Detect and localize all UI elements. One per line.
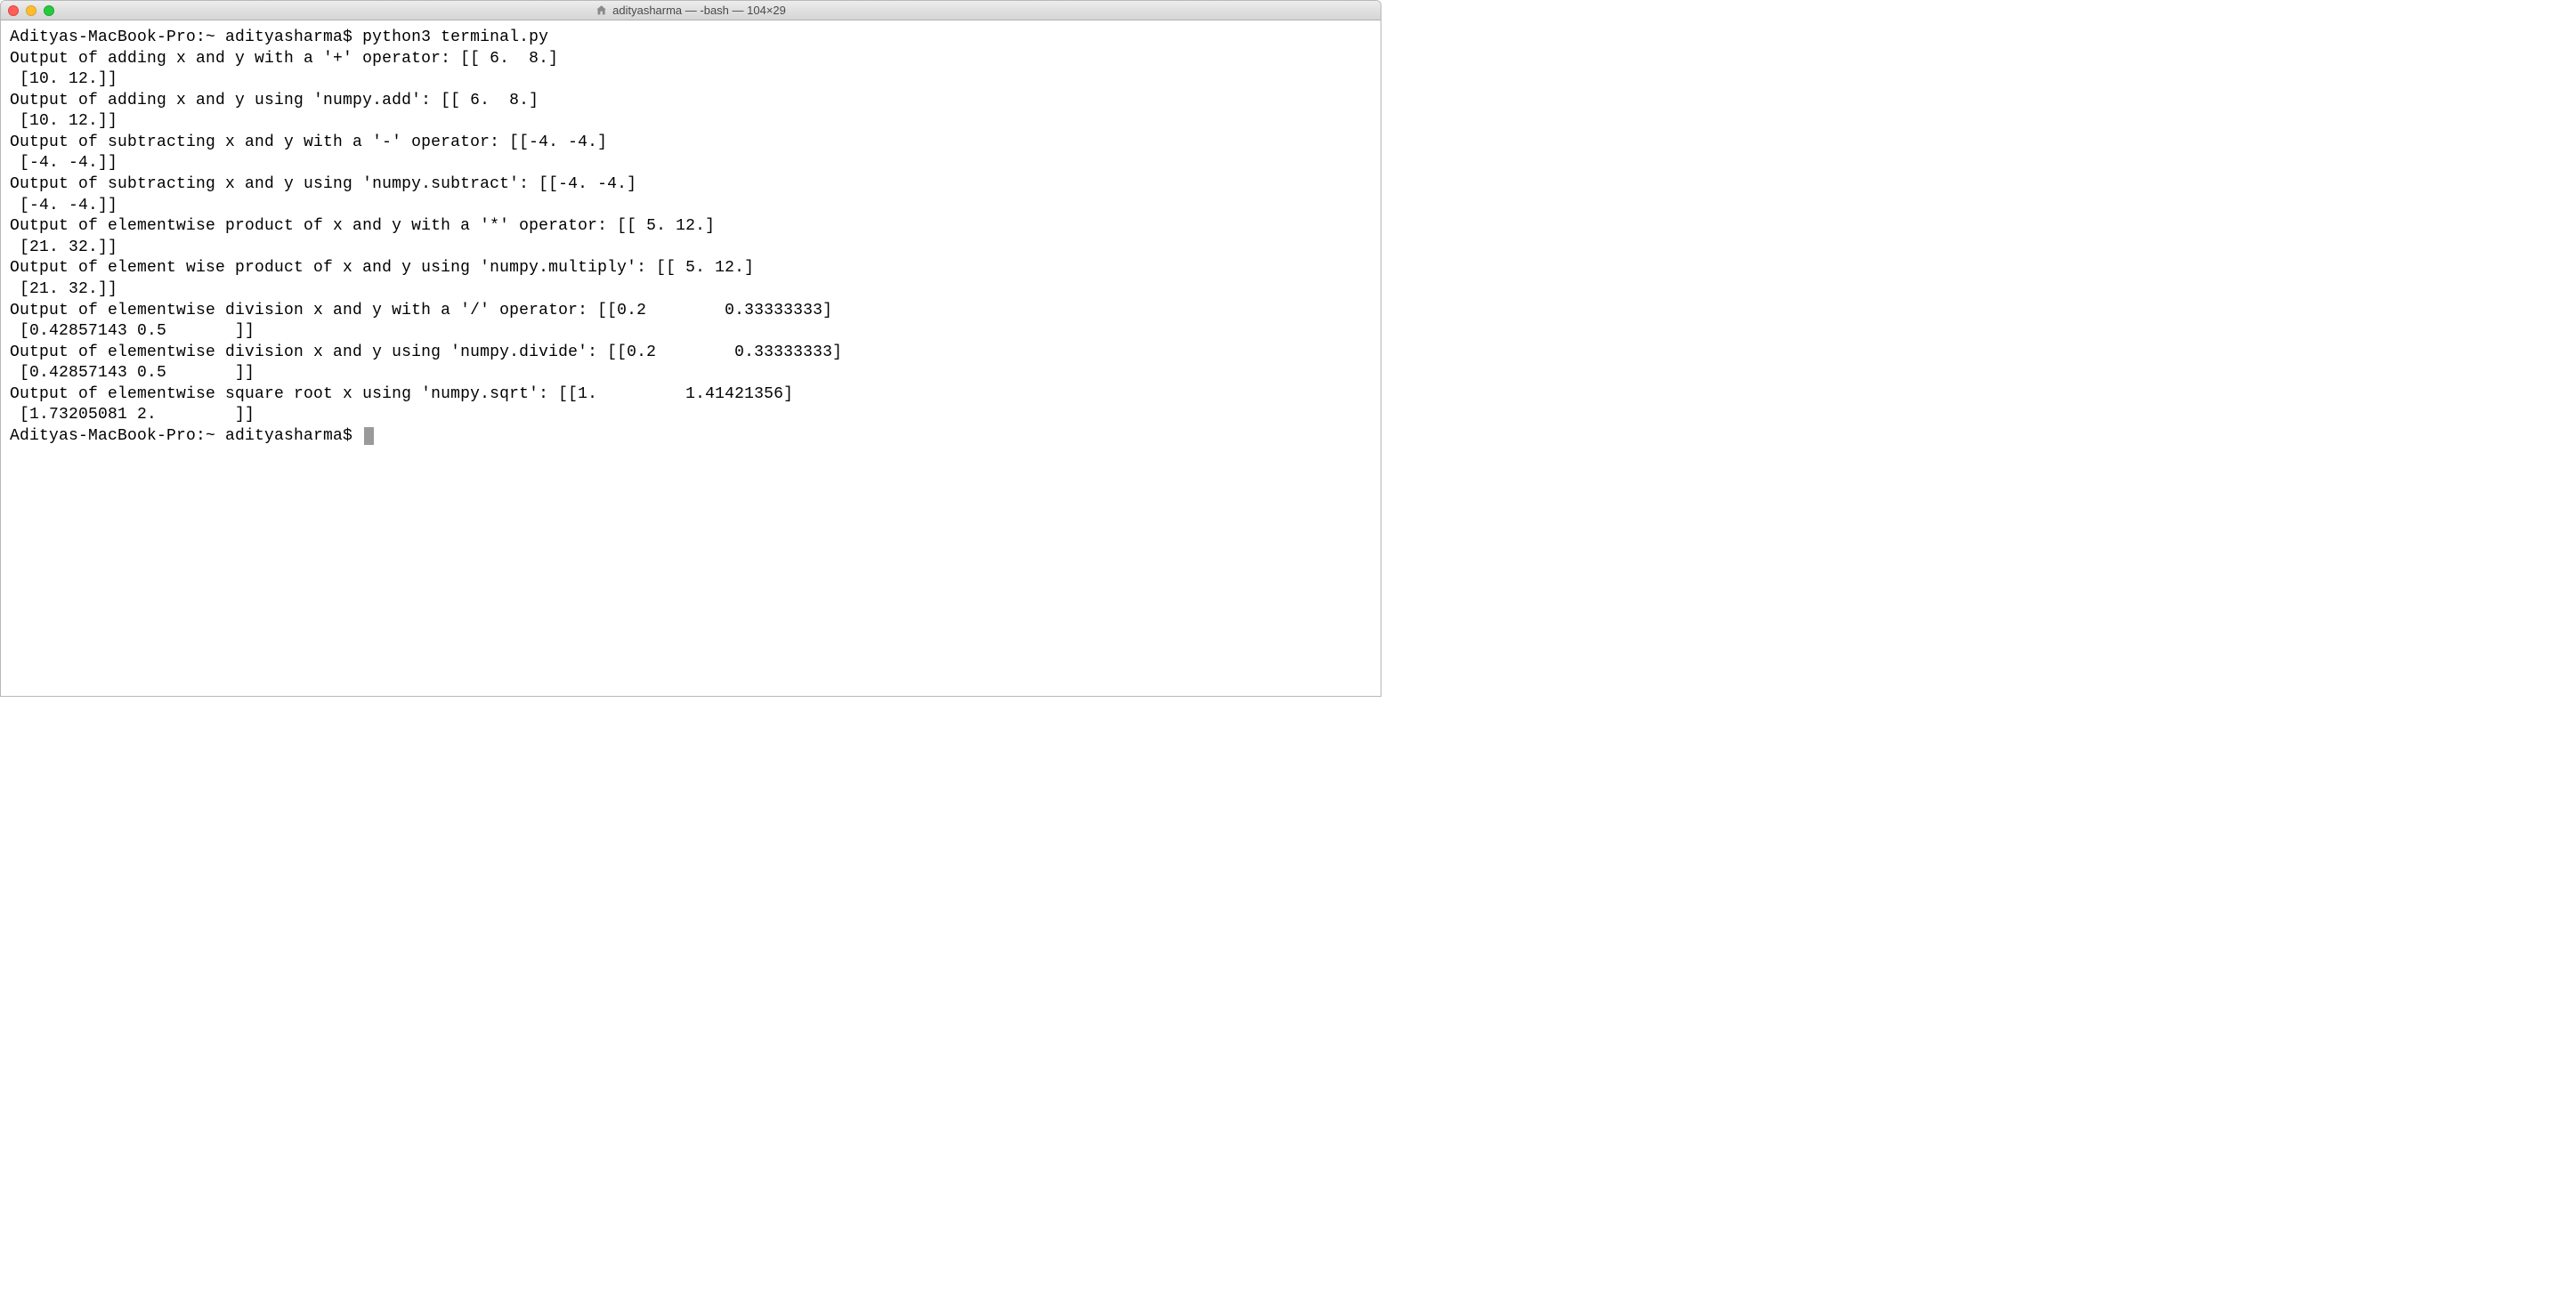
output-line: [0.42857143 0.5 ]] — [10, 322, 255, 340]
traffic-lights — [8, 5, 54, 16]
output-line: [21. 32.]] — [10, 238, 117, 256]
output-line: [21. 32.]] — [10, 280, 117, 298]
cursor — [364, 427, 374, 445]
output-line: [-4. -4.]] — [10, 197, 117, 214]
terminal-window: adityasharma — -bash — 104×29 Adityas-Ma… — [0, 0, 1381, 697]
output-line: Output of elementwise product of x and y… — [10, 217, 715, 235]
output-line: [0.42857143 0.5 ]] — [10, 364, 255, 382]
close-button[interactable] — [8, 5, 19, 16]
minimize-button[interactable] — [26, 5, 36, 16]
output-line: Output of element wise product of x and … — [10, 259, 754, 277]
output-line: Output of elementwise square root x usin… — [10, 385, 793, 403]
maximize-button[interactable] — [44, 5, 54, 16]
titlebar[interactable]: adityasharma — -bash — 104×29 — [1, 1, 1381, 20]
output-line: [1.73205081 2. ]] — [10, 406, 255, 424]
output-line: [10. 12.]] — [10, 112, 117, 130]
command-line: Adityas-MacBook-Pro:~ adityasharma$ pyth… — [10, 28, 548, 46]
window-title-text: adityasharma — -bash — 104×29 — [612, 4, 786, 17]
output-line: Output of elementwise division x and y u… — [10, 343, 842, 361]
output-line: Output of subtracting x and y with a '-'… — [10, 133, 607, 151]
output-line: Output of elementwise division x and y w… — [10, 302, 832, 319]
home-icon — [595, 4, 607, 16]
prompt: Adityas-MacBook-Pro:~ adityasharma$ — [10, 427, 362, 445]
window-title: adityasharma — -bash — 104×29 — [595, 4, 786, 17]
output-line: Output of adding x and y with a '+' oper… — [10, 50, 558, 68]
output-line: [-4. -4.]] — [10, 154, 117, 172]
output-line: Output of adding x and y using 'numpy.ad… — [10, 92, 539, 109]
output-line: [10. 12.]] — [10, 70, 117, 88]
terminal-output[interactable]: Adityas-MacBook-Pro:~ adityasharma$ pyth… — [1, 20, 1381, 696]
output-line: Output of subtracting x and y using 'num… — [10, 175, 636, 193]
